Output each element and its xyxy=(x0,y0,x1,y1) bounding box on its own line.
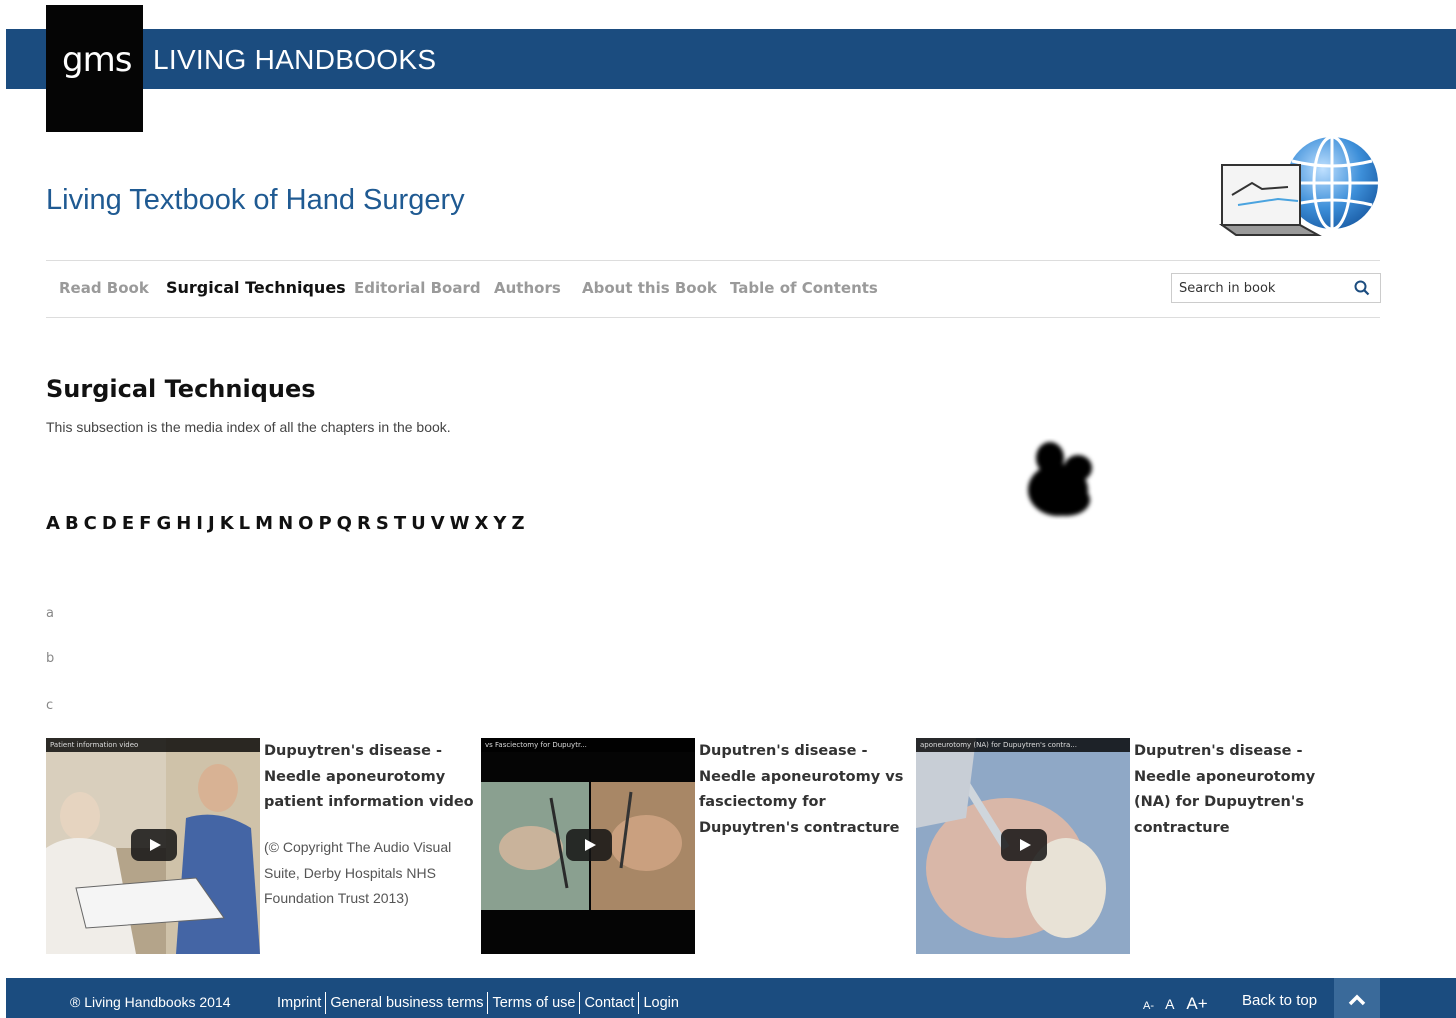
alphabet-letter[interactable]: L xyxy=(239,513,251,534)
alphabet-letter[interactable]: X xyxy=(475,513,490,534)
back-to-top-button[interactable] xyxy=(1334,978,1380,1018)
alphabet-letter[interactable]: M xyxy=(255,513,274,534)
alphabet-letter[interactable]: F xyxy=(139,513,152,534)
footer-copyright: ® Living Handbooks 2014 xyxy=(70,994,231,1010)
footer-link-imprint[interactable]: Imprint xyxy=(273,992,327,1014)
media-title[interactable]: Duputren's disease - Needle aponeurotomy… xyxy=(699,739,914,841)
video-thumbnail[interactable]: Patient information video xyxy=(46,738,260,954)
alphabet-letter[interactable]: Q xyxy=(337,513,353,534)
alphabet-letter[interactable]: O xyxy=(298,513,314,534)
footer-link-terms-of-use[interactable]: Terms of use xyxy=(488,992,581,1014)
media-item: aponeurotomy (NA) for Dupuytren's contra… xyxy=(916,738,1346,954)
media-title[interactable]: Duputren's disease - Needle aponeurotomy… xyxy=(1134,739,1349,841)
video-caption: Patient information video xyxy=(46,738,260,752)
font-size-decrease[interactable]: A- xyxy=(1143,1000,1154,1012)
footer: ® Living Handbooks 2014 Imprint General … xyxy=(6,978,1456,1018)
play-icon[interactable] xyxy=(1001,829,1047,861)
gms-logo-text: gms xyxy=(62,40,132,80)
media-credit: (© Copyright The Audio Visual Suite, Der… xyxy=(264,839,452,906)
section-title: Surgical Techniques xyxy=(46,375,316,403)
alphabet-letter[interactable]: D xyxy=(102,513,118,534)
nav-surgical-techniques[interactable]: Surgical Techniques xyxy=(166,278,346,297)
alphabet-letter[interactable]: Y xyxy=(493,513,507,534)
nav-table-of-contents[interactable]: Table of Contents xyxy=(730,279,878,297)
alphabet-letter[interactable]: J xyxy=(208,513,216,534)
search-box xyxy=(1171,273,1381,303)
nav-divider-bottom xyxy=(46,317,1380,318)
alphabet-letter[interactable]: Z xyxy=(511,513,525,534)
brand-title[interactable]: LIVING HANDBOOKS xyxy=(153,44,436,76)
alphabet-letter[interactable]: U xyxy=(411,513,427,534)
chevron-up-icon xyxy=(1348,994,1366,1006)
nav-editorial-board[interactable]: Editorial Board xyxy=(354,279,481,297)
section-description: This subsection is the media index of al… xyxy=(46,419,451,435)
footer-link-contact[interactable]: Contact xyxy=(580,992,640,1014)
nav-divider-top xyxy=(46,260,1380,261)
video-caption: aponeurotomy (NA) for Dupuytren's contra… xyxy=(916,738,1130,752)
alphabet-letter[interactable]: R xyxy=(357,513,372,534)
alphabet-letter[interactable]: S xyxy=(376,513,390,534)
alphabet-letter[interactable]: H xyxy=(176,513,192,534)
font-size-controls: A- A A+ xyxy=(1143,994,1216,1014)
footer-links: Imprint General business terms Terms of … xyxy=(273,991,683,1015)
nav-about-this-book[interactable]: About this Book xyxy=(582,279,717,297)
alphabet-letter[interactable]: V xyxy=(431,513,446,534)
alphabet-letter[interactable]: N xyxy=(278,513,294,534)
video-caption: vs Fasciectomy for Dupuytr... xyxy=(481,738,695,752)
media-item: vs Fasciectomy for Dupuytr... Duputren's… xyxy=(481,738,911,954)
play-icon[interactable] xyxy=(131,829,177,861)
footer-link-login[interactable]: Login xyxy=(639,992,682,1014)
book-title[interactable]: Living Textbook of Hand Surgery xyxy=(46,184,465,217)
font-size-increase[interactable]: A+ xyxy=(1186,994,1207,1013)
search-input[interactable] xyxy=(1172,274,1342,302)
media-title[interactable]: Dupuytren's disease - Needle aponeurotom… xyxy=(264,739,479,816)
video-thumbnail[interactable]: aponeurotomy (NA) for Dupuytren's contra… xyxy=(916,738,1130,954)
alphabet-letter[interactable]: W xyxy=(450,513,471,534)
alphabet-letter[interactable]: B xyxy=(65,513,80,534)
alphabet-letter[interactable]: C xyxy=(84,513,98,534)
font-size-default[interactable]: A xyxy=(1165,996,1174,1012)
alphabet-letter[interactable]: A xyxy=(46,513,61,534)
alphabet-letter[interactable]: K xyxy=(220,513,235,534)
ink-blot-mark xyxy=(1028,442,1092,516)
living-textbook-globe-icon xyxy=(1218,135,1378,236)
video-thumbnail[interactable]: vs Fasciectomy for Dupuytr... xyxy=(481,738,695,954)
letter-anchor-a[interactable]: a xyxy=(46,606,54,621)
footer-link-business-terms[interactable]: General business terms xyxy=(326,992,489,1014)
media-item: Patient information video Dupuytren's di… xyxy=(46,738,476,954)
alphabet-letter[interactable]: G xyxy=(156,513,172,534)
nav-authors[interactable]: Authors xyxy=(494,279,561,297)
alphabet-index: ABCDEFGHIJKLMNOPQRSTUVWXYZ xyxy=(46,513,530,534)
alphabet-letter[interactable]: T xyxy=(394,513,407,534)
alphabet-letter[interactable]: P xyxy=(318,513,332,534)
play-icon[interactable] xyxy=(566,829,612,861)
letter-anchor-b[interactable]: b xyxy=(46,651,54,666)
nav-read-book[interactable]: Read Book xyxy=(59,279,149,297)
letter-anchor-c[interactable]: c xyxy=(46,698,53,713)
alphabet-letter[interactable]: I xyxy=(196,513,204,534)
search-icon[interactable] xyxy=(1354,280,1370,296)
back-to-top-link[interactable]: Back to top xyxy=(1242,992,1317,1009)
alphabet-letter[interactable]: E xyxy=(122,513,135,534)
